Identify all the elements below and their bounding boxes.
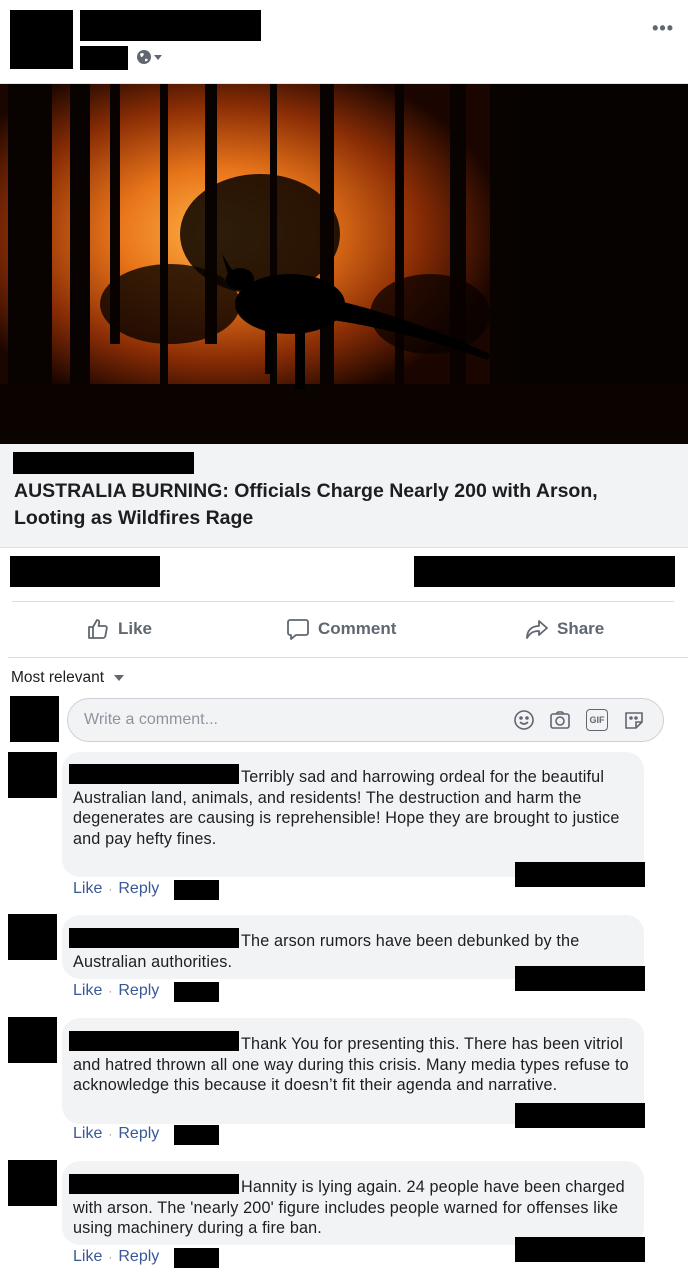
comment-input[interactable]: [84, 709, 484, 731]
separator: ·: [108, 1250, 113, 1264]
comment-button[interactable]: Comment: [286, 612, 396, 646]
comment-composer[interactable]: GIF: [67, 698, 664, 742]
current-user-avatar: [10, 696, 59, 742]
sticker-icon[interactable]: [623, 709, 645, 731]
comment-sort-dropdown[interactable]: Most relevant: [11, 669, 125, 687]
comment-timestamp[interactable]: [174, 880, 219, 900]
author-name[interactable]: [80, 10, 261, 41]
comment-body: Hannity is lying again. 24 people have b…: [73, 1174, 633, 1239]
emoji-icon[interactable]: [513, 709, 535, 731]
gif-icon[interactable]: GIF: [586, 709, 608, 731]
comment-actions: Like · Reply: [73, 1248, 159, 1266]
comment-icon: [287, 619, 309, 640]
comment-reply-link[interactable]: Reply: [118, 1125, 159, 1143]
reactions-count[interactable]: [10, 556, 160, 587]
comment-timestamp[interactable]: [174, 1248, 219, 1268]
comment-like-link[interactable]: Like: [73, 1125, 102, 1143]
divider: [12, 601, 674, 602]
like-button[interactable]: Like: [86, 612, 152, 646]
link-preview-card[interactable]: AUSTRALIA BURNING: Officials Charge Near…: [0, 444, 688, 548]
comment-reactions[interactable]: [515, 1103, 645, 1128]
comment-timestamp[interactable]: [174, 982, 219, 1002]
comment-reactions[interactable]: [515, 966, 645, 991]
comment-actions: Like · Reply: [73, 880, 159, 898]
camera-icon[interactable]: [549, 709, 571, 731]
post-header: •••: [0, 0, 688, 84]
like-label: Like: [118, 619, 153, 638]
chevron-down-icon: [114, 675, 125, 681]
comment-reply-link[interactable]: Reply: [118, 1248, 159, 1266]
comment-like-link[interactable]: Like: [73, 1248, 102, 1266]
commenter-avatar[interactable]: [8, 752, 57, 798]
comment-reactions[interactable]: [515, 1237, 645, 1262]
post-timestamp[interactable]: [80, 46, 128, 70]
avatar[interactable]: [10, 10, 73, 69]
share-icon: [526, 620, 548, 639]
separator: ·: [108, 882, 113, 896]
post-image[interactable]: [0, 84, 688, 444]
sort-label: Most relevant: [11, 669, 105, 686]
comment-actions: Like · Reply: [73, 1125, 159, 1143]
thumbs-up-icon: [88, 619, 108, 639]
comments-shares-count[interactable]: [414, 556, 675, 587]
link-domain: [13, 452, 194, 474]
comment-reply-link[interactable]: Reply: [118, 880, 159, 898]
comment-label: Comment: [318, 619, 397, 638]
comment-like-link[interactable]: Like: [73, 880, 102, 898]
share-label: Share: [557, 619, 605, 638]
bushfire-kangaroo-image: [0, 84, 688, 444]
commenter-avatar[interactable]: [8, 914, 57, 960]
separator: ·: [108, 1127, 113, 1141]
comment-reply-link[interactable]: Reply: [118, 982, 159, 1000]
link-title[interactable]: AUSTRALIA BURNING: Officials Charge Near…: [14, 478, 674, 532]
globe-icon: [137, 50, 151, 64]
share-button[interactable]: Share: [525, 612, 604, 646]
more-options-icon[interactable]: •••: [652, 18, 674, 39]
privacy-selector[interactable]: [136, 48, 166, 66]
separator: ·: [108, 984, 113, 998]
comment-actions: Like · Reply: [73, 982, 159, 1000]
chevron-down-icon: [154, 54, 162, 60]
comment-body: Terribly sad and harrowing ordeal for th…: [73, 764, 633, 849]
comment-like-link[interactable]: Like: [73, 982, 102, 1000]
commenter-avatar[interactable]: [8, 1160, 57, 1206]
comment-body: Thank You for presenting this. There has…: [73, 1031, 633, 1096]
comment-timestamp[interactable]: [174, 1125, 219, 1145]
commenter-avatar[interactable]: [8, 1017, 57, 1063]
divider: [8, 657, 688, 658]
comment-reactions[interactable]: [515, 862, 645, 887]
